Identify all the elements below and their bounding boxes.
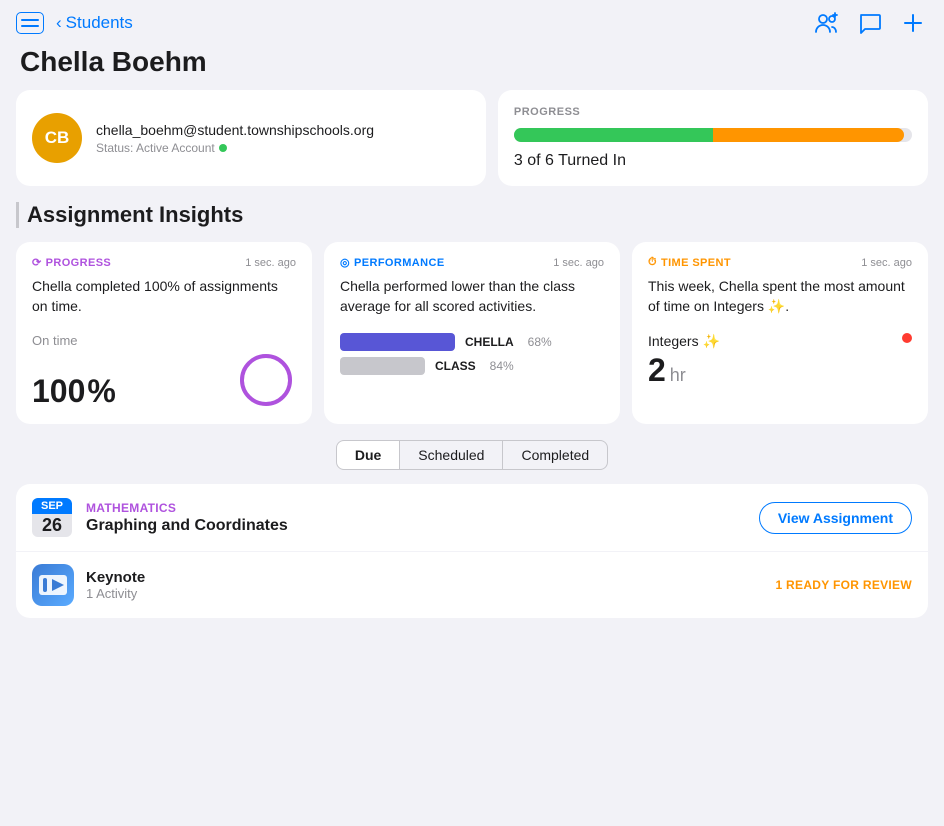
progress-bar-orange [713, 128, 904, 142]
back-chevron-icon: ‹ [56, 13, 62, 33]
person-group-icon [814, 12, 838, 34]
progress-bar-green [514, 128, 713, 142]
insight-timestamp-progress: 1 sec. ago [245, 257, 296, 269]
add-icon [902, 12, 924, 34]
toggle-line-1 [21, 19, 39, 21]
insight-tag-time: ⏱ TIME SPENT [648, 256, 731, 269]
progress-circle-chart [236, 350, 296, 410]
chella-bar-label: CHELLA [465, 335, 514, 349]
back-navigation[interactable]: ‹ Students [56, 13, 133, 33]
class-bar-label: CLASS [435, 359, 476, 373]
section-header: Assignment Insights [16, 202, 928, 228]
student-status: Status: Active Account [96, 141, 374, 155]
insight-card-performance: ◎ PERFORMANCE 1 sec. ago Chella performe… [324, 242, 620, 424]
time-metric-area: Integers ✨ 2 hr [648, 333, 720, 389]
progress-metric-label: On time [32, 333, 296, 348]
progress-card: PROGRESS 3 of 6 Turned In [498, 90, 928, 186]
top-cards-row: CB chella_boehm@student.townshipschools.… [16, 90, 928, 186]
add-button[interactable] [902, 12, 924, 34]
item-subtitle: 1 Activity [86, 586, 145, 601]
insight-description-performance: Chella performed lower than the class av… [340, 277, 604, 317]
insight-card-progress: ⟳ PROGRESS 1 sec. ago Chella completed 1… [16, 242, 312, 424]
sidebar-toggle-button[interactable] [16, 12, 44, 34]
assignment-item-left: Keynote 1 Activity [32, 564, 145, 606]
insights-row: ⟳ PROGRESS 1 sec. ago Chella completed 1… [16, 242, 928, 424]
item-status: 1 READY FOR REVIEW [775, 578, 912, 592]
progress-tag-label: PROGRESS [46, 257, 112, 269]
insight-description-time: This week, Chella spent the most amount … [648, 277, 912, 317]
progress-metric-value: 100 [32, 373, 85, 410]
tab-scheduled[interactable]: Scheduled [400, 440, 503, 470]
message-icon [858, 12, 882, 34]
student-email: chella_boehm@student.townshipschools.org [96, 122, 374, 138]
time-tag-icon: ⏱ [648, 256, 657, 269]
item-details: Keynote 1 Activity [86, 569, 145, 601]
performance-tag-icon: ◎ [340, 256, 350, 269]
insight-timestamp-time: 1 sec. ago [861, 257, 912, 269]
top-bar: ‹ Students [0, 0, 944, 42]
insight-card-header-performance: ◎ PERFORMANCE 1 sec. ago [340, 256, 604, 269]
assignment-header: SEP 26 MATHEMATICS Graphing and Coordina… [16, 484, 928, 552]
back-label: Students [66, 13, 133, 33]
person-group-button[interactable] [814, 12, 838, 34]
view-assignment-button[interactable]: View Assignment [759, 502, 912, 534]
chella-bar [340, 333, 455, 351]
time-indicator-dot [902, 333, 912, 343]
date-month: SEP [32, 498, 72, 514]
keynote-icon [32, 564, 74, 606]
class-bar-row: CLASS 84% [340, 357, 604, 375]
insight-description-progress: Chella completed 100% of assignments on … [32, 277, 296, 317]
status-text: Status: Active Account [96, 141, 215, 155]
student-info: chella_boehm@student.townshipschools.org… [96, 122, 374, 155]
top-bar-right [814, 12, 924, 34]
time-tag-label: TIME SPENT [661, 257, 731, 269]
insight-tag-performance: ◎ PERFORMANCE [340, 256, 445, 269]
student-info-card: CB chella_boehm@student.townshipschools.… [16, 90, 486, 186]
item-name: Keynote [86, 569, 145, 586]
progress-metric-unit: % [87, 373, 115, 410]
insight-card-time-spent: ⏱ TIME SPENT 1 sec. ago This week, Chell… [632, 242, 928, 424]
class-bar-pct: 84% [490, 359, 514, 373]
assignment-title: Graphing and Coordinates [86, 517, 759, 535]
tab-due[interactable]: Due [336, 440, 400, 470]
assignment-item-keynote: Keynote 1 Activity 1 READY FOR REVIEW [16, 552, 928, 618]
insight-card-header-time: ⏱ TIME SPENT 1 sec. ago [648, 256, 912, 269]
time-value: 2 [648, 352, 666, 389]
insight-card-header-progress: ⟳ PROGRESS 1 sec. ago [32, 256, 296, 269]
tab-completed[interactable]: Completed [503, 440, 608, 470]
class-bar [340, 357, 425, 375]
time-unit: hr [670, 365, 686, 386]
time-topic: Integers ✨ [648, 333, 720, 350]
progress-subtitle: 3 of 6 Turned In [514, 152, 912, 170]
content-area: CB chella_boehm@student.townshipschools.… [0, 90, 944, 618]
progress-bar-container [514, 128, 912, 142]
date-day: 26 [32, 514, 72, 537]
assignment-date-badge: SEP 26 [32, 498, 72, 537]
status-active-dot [219, 144, 227, 152]
toggle-line-2 [21, 25, 39, 27]
top-bar-left: ‹ Students [16, 12, 133, 34]
chella-bar-row: CHELLA 68% [340, 333, 604, 351]
performance-tag-label: PERFORMANCE [354, 257, 445, 269]
message-button[interactable] [858, 12, 882, 34]
page-title-area: Chella Boehm [0, 42, 944, 90]
insight-timestamp-performance: 1 sec. ago [553, 257, 604, 269]
chella-bar-pct: 68% [528, 335, 552, 349]
assignment-subject: MATHEMATICS [86, 501, 759, 515]
progress-tag-icon: ⟳ [32, 256, 42, 269]
filter-tabs: Due Scheduled Completed [16, 440, 928, 470]
insight-tag-progress: ⟳ PROGRESS [32, 256, 111, 269]
progress-label: PROGRESS [514, 106, 912, 118]
avatar: CB [32, 113, 82, 163]
assignment-section: SEP 26 MATHEMATICS Graphing and Coordina… [16, 484, 928, 618]
page-title: Chella Boehm [20, 46, 924, 78]
main-container: ‹ Students [0, 0, 944, 826]
assignment-title-area: MATHEMATICS Graphing and Coordinates [86, 501, 759, 535]
